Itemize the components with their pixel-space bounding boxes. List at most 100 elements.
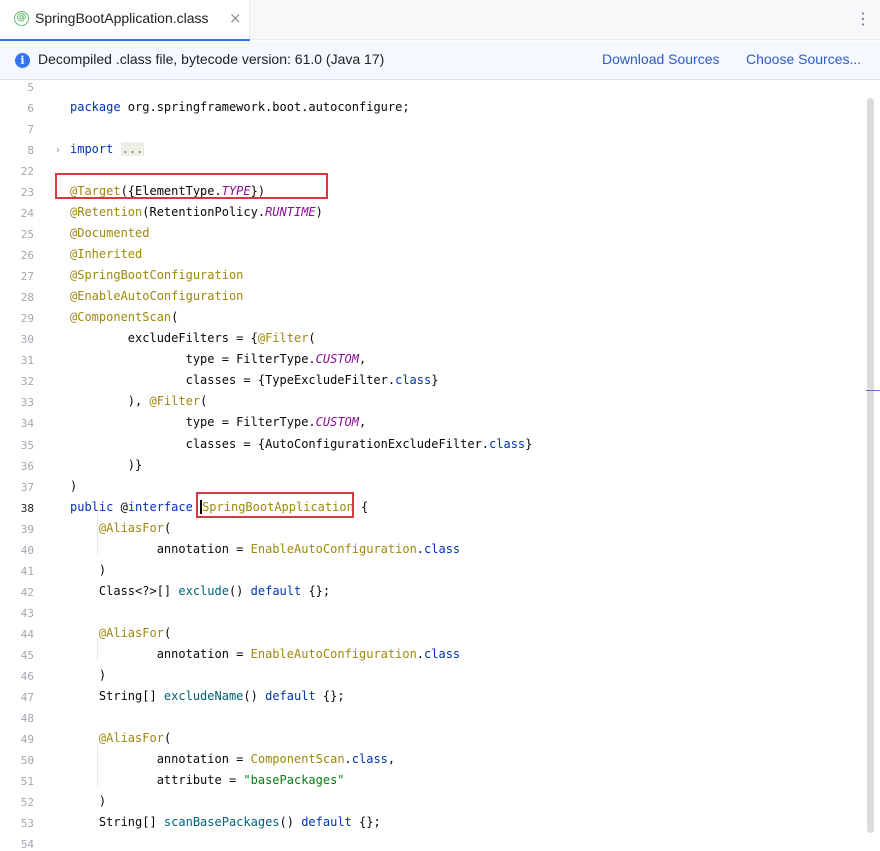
code-line[interactable]: attribute = "basePackages"	[70, 773, 345, 787]
line-number: 28	[0, 291, 34, 304]
decompiled-info-banner: i Decompiled .class file, bytecode versi…	[0, 41, 880, 80]
code-token: )}	[70, 458, 142, 472]
code-line[interactable]: @Documented	[70, 226, 149, 240]
line-number: 37	[0, 481, 34, 494]
code-token: (	[308, 331, 315, 345]
choose-sources-link[interactable]: Choose Sources...	[746, 51, 861, 67]
line-number: 31	[0, 354, 34, 367]
code-token: default	[265, 689, 316, 703]
line-number: 26	[0, 249, 34, 262]
code-token: classes = {AutoConfigurationExcludeFilte…	[70, 437, 489, 451]
code-line[interactable]: )	[70, 479, 77, 493]
code-line[interactable]: annotation = ComponentScan.class,	[70, 752, 395, 766]
scrollbar-marker	[866, 390, 880, 391]
code-token	[70, 521, 99, 535]
code-token: import	[70, 142, 113, 156]
more-options-icon[interactable]: ⋮	[855, 9, 871, 28]
code-token: scanBasePackages	[164, 815, 280, 829]
code-token: ,	[359, 352, 366, 366]
close-icon[interactable]: ×	[229, 9, 242, 27]
code-token: )	[316, 205, 323, 219]
line-number: 6	[0, 102, 34, 115]
code-token: .	[417, 542, 424, 556]
annotation-icon: @	[14, 11, 29, 26]
line-number: 8	[0, 144, 34, 157]
code-line[interactable]: @SpringBootConfiguration	[70, 268, 243, 282]
fold-expand-icon[interactable]: ›	[56, 145, 60, 156]
line-number: 36	[0, 460, 34, 473]
code-token: ComponentScan	[251, 752, 345, 766]
code-editor[interactable]: 5 6 package org.springframework.boot.autoc…	[0, 80, 880, 851]
code-token: {};	[301, 584, 330, 598]
code-token: ()	[280, 815, 302, 829]
code-token[interactable]: ...	[121, 142, 145, 156]
editor-tab-bar: @ SpringBootApplication.class × ⋮	[0, 0, 880, 40]
code-line[interactable]: @Inherited	[70, 247, 142, 261]
code-token: classes = {TypeExcludeFilter.	[70, 373, 395, 387]
line-number: 23	[0, 186, 34, 199]
code-token: ,	[388, 752, 395, 766]
code-line[interactable]: String[] excludeName() default {};	[70, 689, 345, 703]
code-line[interactable]: @EnableAutoConfiguration	[70, 289, 243, 303]
code-line[interactable]: excludeFilters = {@Filter(	[70, 331, 316, 345]
line-number: 5	[0, 81, 34, 94]
line-number: 39	[0, 523, 34, 536]
line-number: 40	[0, 544, 34, 557]
code-line[interactable]: package org.springframework.boot.autocon…	[70, 100, 410, 114]
code-token: excludeFilters = {	[70, 331, 258, 345]
line-number: 54	[0, 838, 34, 851]
code-line[interactable]: Class<?>[] exclude() default {};	[70, 584, 330, 598]
code-line[interactable]: String[] scanBasePackages() default {};	[70, 815, 381, 829]
line-number: 33	[0, 396, 34, 409]
line-number: 42	[0, 586, 34, 599]
code-line[interactable]: annotation = EnableAutoConfiguration.cla…	[70, 647, 460, 661]
code-line[interactable]: @AliasFor(	[70, 626, 171, 640]
code-token: @	[113, 500, 127, 514]
line-number: 44	[0, 628, 34, 641]
code-line[interactable]: )	[70, 794, 106, 808]
code-line[interactable]: type = FilterType.CUSTOM,	[70, 415, 366, 429]
code-line[interactable]: ), @Filter(	[70, 394, 207, 408]
code-line[interactable]: )	[70, 668, 106, 682]
code-line[interactable]: @ComponentScan(	[70, 310, 178, 324]
tab-title: SpringBootApplication.class	[35, 10, 209, 26]
line-number: 38	[0, 502, 34, 515]
code-line[interactable]: classes = {AutoConfigurationExcludeFilte…	[70, 437, 532, 451]
code-line[interactable]: )	[70, 563, 106, 577]
code-line[interactable]: @Retention(RetentionPolicy.RUNTIME)	[70, 205, 323, 219]
line-number: 7	[0, 123, 34, 136]
code-line[interactable]: annotation = EnableAutoConfiguration.cla…	[70, 542, 460, 556]
code-token: )	[70, 563, 106, 577]
line-number: 27	[0, 270, 34, 283]
code-token: org.springframework.boot.autoconfigure;	[121, 100, 410, 114]
line-number: 43	[0, 607, 34, 620]
vertical-scrollbar[interactable]	[867, 98, 874, 833]
code-token: CUSTOM	[316, 415, 359, 429]
code-token: class	[395, 373, 431, 387]
code-token: type = FilterType.	[70, 352, 316, 366]
code-line[interactable]: import ...	[70, 142, 144, 156]
code-token: class	[352, 752, 388, 766]
code-token: Class<?>[]	[70, 584, 178, 598]
code-token: (	[171, 310, 178, 324]
code-token: class	[489, 437, 525, 451]
line-number: 49	[0, 733, 34, 746]
tab-springbootapplication[interactable]: @ SpringBootApplication.class ×	[0, 0, 250, 40]
code-line[interactable]: )}	[70, 458, 142, 472]
code-line[interactable]: @AliasFor(	[70, 731, 171, 745]
code-line[interactable]: classes = {TypeExcludeFilter.class}	[70, 373, 438, 387]
code-line[interactable]: @AliasFor(	[70, 521, 171, 535]
code-line[interactable]: type = FilterType.CUSTOM,	[70, 352, 366, 366]
line-number: 41	[0, 565, 34, 578]
code-token: {};	[316, 689, 345, 703]
code-token: (	[200, 394, 207, 408]
code-token: @Documented	[70, 226, 149, 240]
code-token: @Filter	[258, 331, 309, 345]
code-token: }	[431, 373, 438, 387]
code-token: excludeName	[164, 689, 243, 703]
download-sources-link[interactable]: Download Sources	[602, 51, 720, 67]
highlight-target-annotation	[55, 173, 328, 199]
line-number: 34	[0, 417, 34, 430]
line-number: 29	[0, 312, 34, 325]
code-token: (	[164, 731, 171, 745]
